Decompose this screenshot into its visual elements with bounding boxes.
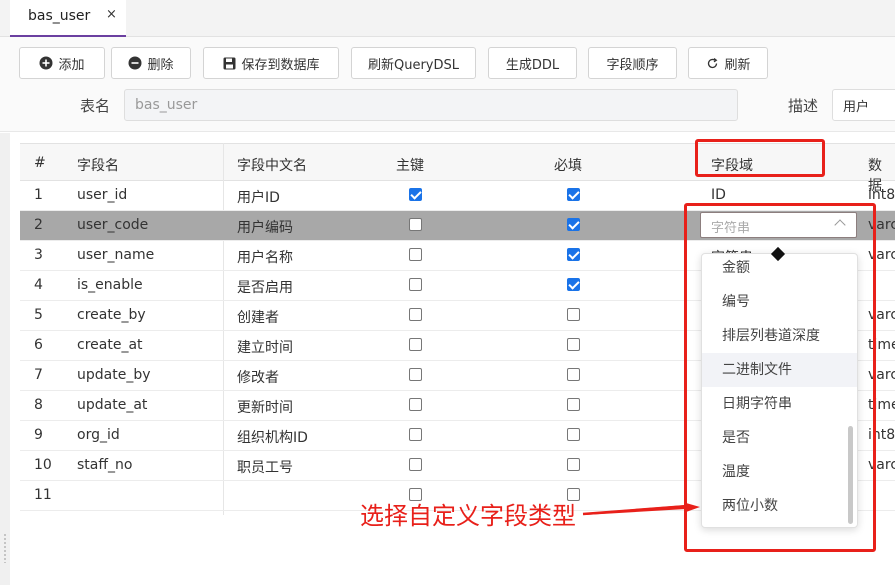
app-window: bas_user × 添加 删除 保存到数据库 刷新QueryDSL 生成DDL…	[0, 0, 895, 585]
annotation-text: 选择自定义字段类型	[360, 502, 576, 530]
